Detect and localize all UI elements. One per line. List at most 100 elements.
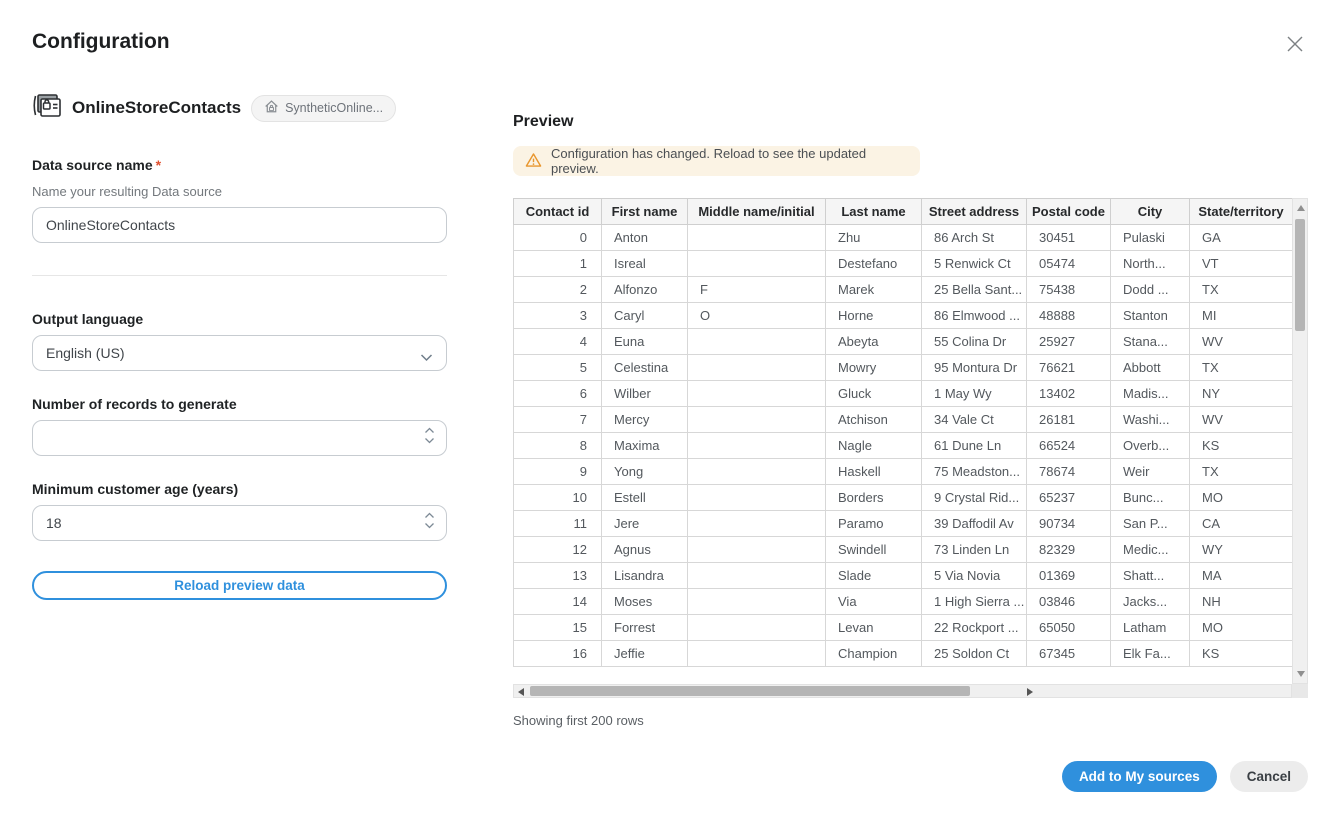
table-cell: Swindell: [826, 537, 922, 563]
table-cell: NY: [1190, 381, 1293, 407]
table-cell: Horne: [826, 303, 922, 329]
output-language-select[interactable]: [32, 335, 447, 371]
table-cell: Destefano: [826, 251, 922, 277]
table-cell: Mercy: [602, 407, 688, 433]
table-cell: Marek: [826, 277, 922, 303]
min-age-input[interactable]: [32, 505, 447, 541]
table-cell: [688, 407, 826, 433]
table-row: 5CelestinaMowry95 Montura Dr76621AbbottT…: [514, 355, 1293, 381]
table-cell: MO: [1190, 615, 1293, 641]
table-cell: MO: [1190, 485, 1293, 511]
table-cell: 6: [514, 381, 602, 407]
page-title: Configuration: [32, 30, 170, 54]
reload-preview-button[interactable]: Reload preview data: [32, 571, 447, 600]
table-cell: Abeyta: [826, 329, 922, 355]
vertical-scrollbar[interactable]: [1292, 198, 1308, 684]
table-cell: Elk Fa...: [1111, 641, 1190, 667]
table-cell: 90734: [1027, 511, 1111, 537]
close-icon[interactable]: [1284, 34, 1306, 56]
table-cell: KS: [1190, 433, 1293, 459]
table-cell: Agnus: [602, 537, 688, 563]
records-count-input[interactable]: [32, 420, 447, 456]
required-asterisk: *: [156, 157, 161, 173]
vertical-scroll-thumb[interactable]: [1295, 219, 1305, 331]
table-row: 1IsrealDestefano5 Renwick Ct05474North..…: [514, 251, 1293, 277]
table-row: 7MercyAtchison34 Vale Ct26181Washi...WV: [514, 407, 1293, 433]
table-cell: Atchison: [826, 407, 922, 433]
preview-table-zone: Contact idFirst nameMiddle name/initialL…: [513, 198, 1308, 698]
table-cell: Moses: [602, 589, 688, 615]
table-cell: MI: [1190, 303, 1293, 329]
scroll-left-icon[interactable]: [518, 688, 524, 696]
table-cell: 95 Montura Dr: [922, 355, 1027, 381]
table-row: 2AlfonzoFMarek25 Bella Sant...75438Dodd …: [514, 277, 1293, 303]
table-cell: 82329: [1027, 537, 1111, 563]
table-cell: 76621: [1027, 355, 1111, 381]
table-cell: [688, 563, 826, 589]
horizontal-scrollbar[interactable]: [513, 684, 1292, 698]
horizontal-scroll-thumb[interactable]: [530, 686, 970, 696]
table-cell: 12: [514, 537, 602, 563]
table-cell: 25 Bella Sant...: [922, 277, 1027, 303]
column-header: Contact id: [514, 199, 602, 225]
table-cell: Abbott: [1111, 355, 1190, 381]
min-age-stepper[interactable]: [424, 512, 435, 529]
scrollbar-corner: [1292, 684, 1308, 698]
table-cell: KS: [1190, 641, 1293, 667]
table-row: 0AntonZhu86 Arch St30451PulaskiGA: [514, 225, 1293, 251]
table-cell: 25927: [1027, 329, 1111, 355]
table-cell: Stana...: [1111, 329, 1190, 355]
table-cell: 0: [514, 225, 602, 251]
records-stepper[interactable]: [424, 427, 435, 444]
table-cell: Madis...: [1111, 381, 1190, 407]
scroll-up-icon[interactable]: [1297, 205, 1305, 211]
records-count-label: Number of records to generate: [32, 396, 447, 412]
add-to-my-sources-button[interactable]: Add to My sources: [1062, 761, 1217, 792]
table-cell: 26181: [1027, 407, 1111, 433]
table-cell: Jacks...: [1111, 589, 1190, 615]
preview-panel: Preview Configuration has changed. Reloa…: [513, 105, 1308, 728]
table-cell: Wilber: [602, 381, 688, 407]
table-cell: [688, 615, 826, 641]
table-cell: 15: [514, 615, 602, 641]
table-cell: [688, 459, 826, 485]
table-cell: Stanton: [1111, 303, 1190, 329]
table-cell: 86 Elmwood ...: [922, 303, 1027, 329]
table-cell: 13: [514, 563, 602, 589]
table-cell: 75 Meadston...: [922, 459, 1027, 485]
table-row: 13LisandraSlade5 Via Novia01369Shatt...M…: [514, 563, 1293, 589]
table-cell: 03846: [1027, 589, 1111, 615]
table-cell: 25 Soldon Ct: [922, 641, 1027, 667]
table-cell: Alfonzo: [602, 277, 688, 303]
table-cell: WY: [1190, 537, 1293, 563]
table-cell: Slade: [826, 563, 922, 589]
table-cell: 67345: [1027, 641, 1111, 667]
table-cell: [688, 355, 826, 381]
config-changed-warning: Configuration has changed. Reload to see…: [513, 146, 920, 176]
table-row: 12AgnusSwindell73 Linden Ln82329Medic...…: [514, 537, 1293, 563]
output-language-label: Output language: [32, 311, 447, 327]
table-cell: TX: [1190, 277, 1293, 303]
data-source-name-helper: Name your resulting Data source: [32, 184, 447, 199]
table-cell: Caryl: [602, 303, 688, 329]
table-cell: GA: [1190, 225, 1293, 251]
table-cell: CA: [1190, 511, 1293, 537]
table-cell: 7: [514, 407, 602, 433]
source-badge[interactable]: SyntheticOnline...: [251, 95, 396, 122]
scroll-down-icon[interactable]: [1297, 671, 1305, 677]
table-cell: Lisandra: [602, 563, 688, 589]
table-cell: Levan: [826, 615, 922, 641]
table-cell: Weir: [1111, 459, 1190, 485]
table-cell: 8: [514, 433, 602, 459]
table-cell: Pulaski: [1111, 225, 1190, 251]
source-name: OnlineStoreContacts: [72, 98, 241, 118]
data-source-name-input[interactable]: [32, 207, 447, 243]
table-cell: 65050: [1027, 615, 1111, 641]
column-header: Street address: [922, 199, 1027, 225]
scroll-right-icon[interactable]: [1027, 688, 1033, 696]
table-row: 10EstellBorders9 Crystal Rid...65237Bunc…: [514, 485, 1293, 511]
table-cell: 1 High Sierra ...: [922, 589, 1027, 615]
cancel-button[interactable]: Cancel: [1230, 761, 1308, 792]
configuration-form: OnlineStoreContacts SyntheticOnline... D…: [32, 93, 447, 600]
house-lock-icon: [264, 99, 279, 117]
